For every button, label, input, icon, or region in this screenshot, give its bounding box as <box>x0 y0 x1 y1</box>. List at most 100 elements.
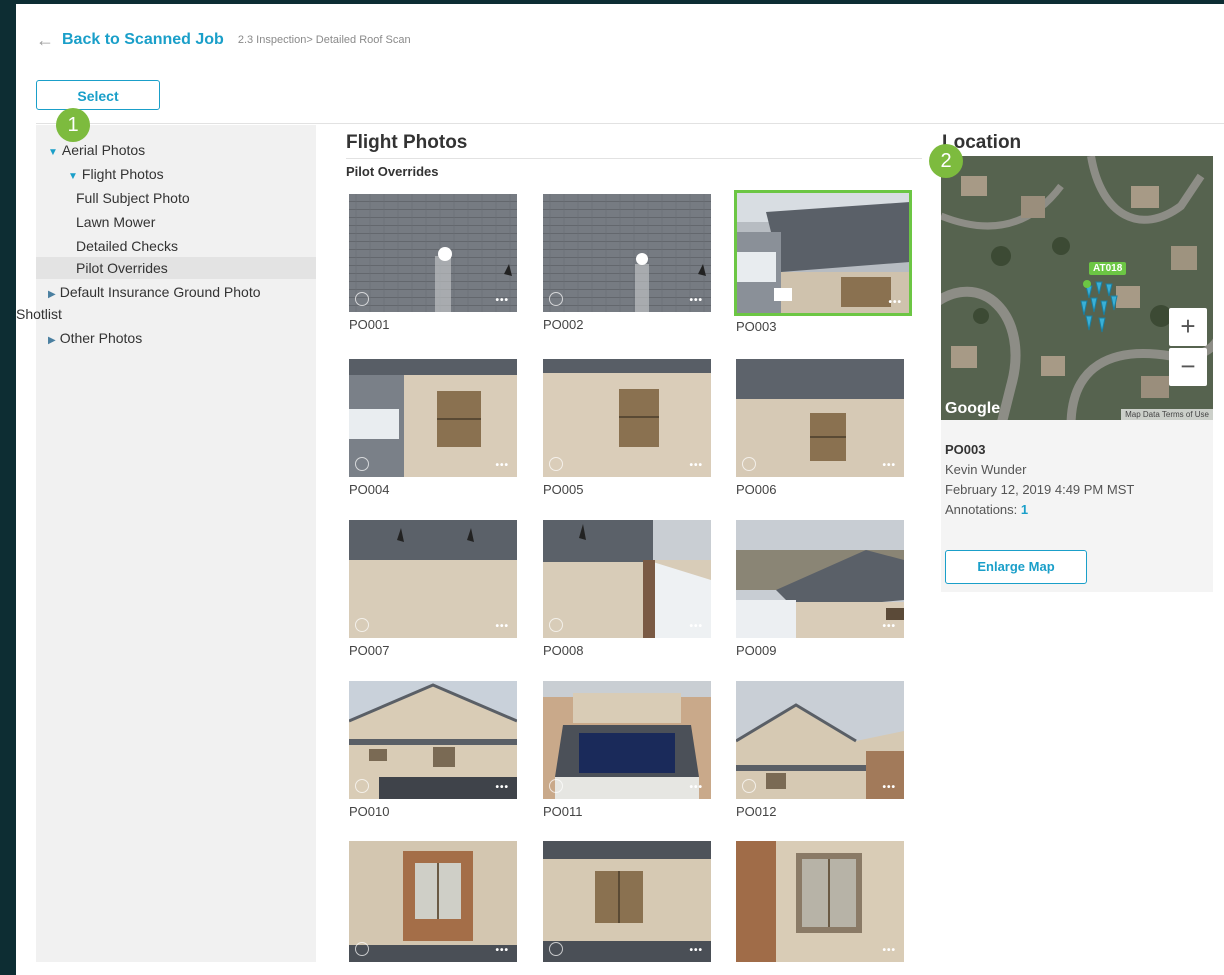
more-options-icon[interactable]: ••• <box>495 782 509 793</box>
sidebar-item-label: Lawn Mower <box>76 214 156 230</box>
divider <box>36 123 1224 124</box>
compass-icon <box>742 779 756 793</box>
photo-image <box>543 681 711 799</box>
photo-author: Kevin Wunder <box>945 462 1027 477</box>
sidebar-item-shotlist[interactable]: Shotlist <box>16 306 62 322</box>
photo-label: PO006 <box>736 482 777 497</box>
top-bar: ← Back to Scanned Job 2.3 Inspection> De… <box>36 28 411 52</box>
more-options-icon[interactable]: ••• <box>689 621 703 632</box>
photo-label: PO001 <box>349 317 390 332</box>
photo-label: PO003 <box>736 319 777 334</box>
step-badge-1: 1 <box>56 108 90 142</box>
photo-image <box>736 359 904 477</box>
photo-thumbnail-po007[interactable]: ••• <box>349 520 517 638</box>
sidebar-item-label: Other Photos <box>59 330 143 346</box>
sidebar-item-other-photos[interactable]: ▶ Other Photos <box>48 330 142 346</box>
photo-thumbnail-po010[interactable]: ••• <box>349 681 517 799</box>
sidebar-item-label: Shotlist <box>16 306 62 322</box>
sidebar-item-lawn-mower[interactable]: Lawn Mower <box>76 214 155 230</box>
more-options-icon[interactable]: ••• <box>882 945 896 956</box>
photo-label: PO012 <box>736 804 777 819</box>
sidebar: ▼ Aerial Photos ▼ Flight Photos Full Subje… <box>16 125 316 962</box>
photo-thumbnail-row5-2[interactable]: ••• <box>543 841 711 962</box>
more-options-icon[interactable]: ••• <box>882 460 896 471</box>
map-pin-label: AT018 <box>1089 262 1127 275</box>
divider <box>346 158 922 159</box>
sidebar-item-aerial-photos[interactable]: ▼ Aerial Photos <box>48 142 145 158</box>
sidebar-item-label: Aerial Photos <box>61 142 146 158</box>
more-options-icon[interactable]: ••• <box>495 621 509 632</box>
compass-icon <box>355 618 369 632</box>
more-options-icon[interactable]: ••• <box>882 621 896 632</box>
selected-photo-id: PO003 <box>945 442 986 457</box>
google-logo: Google <box>945 400 1001 417</box>
photo-thumbnail-po002[interactable]: ••• <box>543 194 711 312</box>
photo-label: PO009 <box>736 643 777 658</box>
section-title: Flight Photos <box>346 132 468 153</box>
photo-info-panel: PO003 Kevin Wunder February 12, 2019 4:4… <box>941 420 1213 592</box>
section-subtitle: Pilot Overrides <box>346 164 439 179</box>
breadcrumb: 2.3 Inspection> Detailed Roof Scan <box>237 34 411 46</box>
more-options-icon[interactable]: ••• <box>495 460 509 471</box>
photo-thumbnail-po005[interactable]: ••• <box>543 359 711 477</box>
photo-thumbnail-po012[interactable]: ••• <box>736 681 904 799</box>
photo-image <box>543 194 711 312</box>
zoom-in-button[interactable]: + <box>1169 308 1207 346</box>
photo-thumbnail-po006[interactable]: ••• <box>736 359 904 477</box>
sidebar-item-label: Flight Photos <box>81 166 164 182</box>
photo-thumbnail-po011[interactable]: ••• <box>543 681 711 799</box>
back-arrow-icon[interactable]: ← <box>36 30 54 51</box>
annotations-count-link[interactable]: 1 <box>1021 502 1028 517</box>
compass-icon <box>549 779 563 793</box>
sidebar-item-default-insurance-ground-photo[interactable]: ▶ Default Insurance Ground Photo <box>48 284 261 300</box>
photo-thumbnail-row5-1[interactable]: ••• <box>349 841 517 962</box>
photo-thumbnail-po003[interactable]: ••• <box>734 190 912 316</box>
more-options-icon[interactable]: ••• <box>882 782 896 793</box>
more-options-icon[interactable]: ••• <box>689 782 703 793</box>
map-terms-link[interactable]: Map Data Terms of Use <box>1121 409 1213 420</box>
more-options-icon[interactable]: ••• <box>689 295 703 306</box>
photo-date: February 12, 2019 4:49 PM MST <box>945 482 1135 497</box>
collapsed-triangle-icon: ▶ <box>48 335 56 346</box>
photo-image <box>736 520 904 638</box>
photo-image <box>543 841 711 962</box>
zoom-out-button[interactable]: − <box>1169 348 1207 386</box>
sidebar-item-label: Detailed Checks <box>76 238 178 254</box>
sidebar-item-full-subject-photo[interactable]: Full Subject Photo <box>76 190 190 206</box>
photo-image <box>543 520 711 638</box>
photo-image <box>349 194 517 312</box>
annotations-row: Annotations: 1 <box>945 502 1028 517</box>
compass-icon <box>549 618 563 632</box>
compass-icon <box>355 779 369 793</box>
photo-image <box>736 681 904 799</box>
enlarge-map-button[interactable]: Enlarge Map <box>945 550 1087 584</box>
more-options-icon[interactable]: ••• <box>689 945 703 956</box>
photo-thumbnail-po008[interactable]: ••• <box>543 520 711 638</box>
select-button[interactable]: Select <box>36 80 160 110</box>
compass-icon <box>355 457 369 471</box>
photo-label: PO008 <box>543 643 584 658</box>
photo-label: PO005 <box>543 482 584 497</box>
expanded-triangle-icon: ▼ <box>68 171 78 182</box>
back-to-scanned-job-link[interactable]: Back to Scanned Job <box>62 31 224 49</box>
compass-icon <box>742 457 756 471</box>
sidebar-item-flight-photos[interactable]: ▼ Flight Photos <box>68 166 164 182</box>
photo-label: PO007 <box>349 643 390 658</box>
photo-thumbnail-po001[interactable]: ••• <box>349 194 517 312</box>
location-map[interactable]: AT018 + − Google Map Data Terms of Use <box>941 156 1213 420</box>
more-options-icon[interactable]: ••• <box>495 295 509 306</box>
more-options-icon[interactable]: ••• <box>888 297 902 308</box>
sidebar-item-detailed-checks[interactable]: Detailed Checks <box>76 238 178 254</box>
sidebar-item-pilot-overrides[interactable]: Pilot Overrides <box>36 257 316 279</box>
photo-image <box>736 841 904 962</box>
more-options-icon[interactable]: ••• <box>495 945 509 956</box>
compass-icon <box>549 292 563 306</box>
compass-icon <box>355 942 369 956</box>
photo-thumbnail-po004[interactable]: ••• <box>349 359 517 477</box>
more-options-icon[interactable]: ••• <box>689 460 703 471</box>
photo-thumbnail-row5-3[interactable]: ••• <box>736 841 904 962</box>
app-window: ← Back to Scanned Job 2.3 Inspection> De… <box>16 4 1224 975</box>
photo-image <box>543 359 711 477</box>
photo-thumbnail-po009[interactable]: ••• <box>736 520 904 638</box>
photo-image <box>349 359 517 477</box>
